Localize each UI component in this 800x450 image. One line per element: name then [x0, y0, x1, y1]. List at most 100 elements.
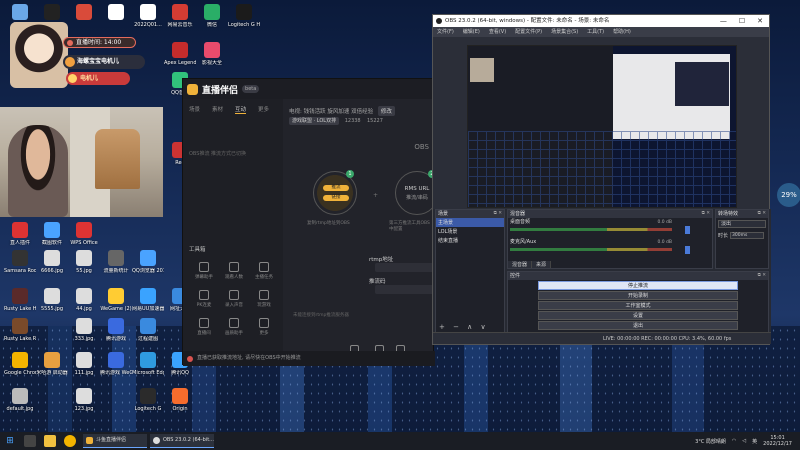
obs-menu-item[interactable]: 查看(V) — [489, 27, 506, 37]
obs-menu-item[interactable]: 帮助(H) — [613, 27, 631, 37]
desktop-icon[interactable]: Logitech G HUB — [228, 4, 260, 28]
input-language[interactable]: 英 — [752, 438, 757, 445]
desktop-icon[interactable]: 微信 — [196, 4, 228, 28]
tab-scene[interactable]: 场景 — [189, 105, 200, 114]
exit-button[interactable]: 退出 — [538, 321, 738, 330]
desktop-icon[interactable]: 过程建图 — [132, 318, 164, 342]
zhibo-window[interactable]: 直播伴侣 beta 场景 素材 互动 更多 OBS推流 推流方式已切换 工具箱 … — [182, 78, 439, 366]
tab-more[interactable]: 更多 — [258, 105, 269, 114]
desktop-icon[interactable]: 44.jpg — [68, 288, 100, 312]
desktop-icon[interactable] — [100, 4, 132, 22]
network-speed-widget[interactable]: 29% — [777, 183, 800, 207]
scene-item[interactable]: 结束直播 — [436, 236, 504, 245]
desktop-icon[interactable]: Apex Legends — [164, 42, 196, 66]
scene-item[interactable]: LOL场景 — [436, 227, 504, 236]
desktop-icon[interactable]: 123.jpg — [68, 388, 100, 412]
taskbar-app-zhibo[interactable]: 斗鱼直播伴侣 — [83, 434, 147, 448]
volume-slider[interactable] — [685, 226, 690, 234]
desktop-icon[interactable]: 55.jpg — [68, 250, 100, 274]
desktop-icon[interactable]: Samsara Room — [4, 250, 36, 274]
obs-titlebar[interactable]: OBS 23.0.2 (64-bit, windows) - 配置文件: 未命名… — [433, 15, 769, 27]
desktop-icon[interactable]: default.jpg — [4, 388, 36, 412]
nickname-badge: 电机儿 — [66, 72, 130, 85]
desktop-icon[interactable]: 111.jpg — [68, 352, 100, 376]
app-icon — [12, 352, 28, 368]
volume-icon[interactable]: ◁ — [742, 438, 746, 444]
toolbox-item[interactable]: 弹幕助手 — [189, 262, 219, 280]
step-copy-circle[interactable]: 1 推流 链接 — [313, 170, 357, 215]
obs-preview[interactable] — [467, 45, 737, 208]
desktop-icon[interactable]: WPS Office — [68, 222, 100, 246]
tab-material[interactable]: 素材 — [212, 105, 223, 114]
obs-menu-item[interactable]: 文件(F) — [437, 27, 454, 37]
volume-slider[interactable] — [685, 246, 690, 254]
zhibo-logo-icon — [187, 83, 198, 95]
desktop-icon[interactable]: 截图软件 — [36, 222, 68, 246]
tab-mixer[interactable]: 混音器 — [508, 261, 533, 268]
toolbox-item[interactable]: 观看人数 — [219, 262, 249, 280]
zhibo-notice-bar[interactable]: 直播已获取推流地址, 请尽快在OBS中开始推流 — [183, 351, 435, 366]
stop-streaming-button[interactable]: 停止推流 — [538, 281, 738, 290]
desktop-icon[interactable]: 腾讯游戏 WeGame版 — [100, 352, 132, 376]
transition-select[interactable]: 淡出 — [718, 220, 766, 228]
toolbox-item[interactable]: 直播间 — [189, 318, 219, 336]
close-button[interactable]: ✕ — [757, 15, 763, 27]
desktop-icon-label: 过程建图 — [137, 336, 158, 342]
desktop-icon[interactable]: Google Chrome — [4, 352, 36, 376]
toolbox-item[interactable]: 玩游戏 — [249, 290, 279, 308]
desktop-icon[interactable]: Origin — [164, 388, 196, 412]
desktop-icon[interactable]: 影视大全 — [196, 42, 228, 66]
stream-category[interactable]: 游戏联盟 · LOL双排 — [289, 117, 340, 125]
desktop-icon[interactable]: 6666.jpg — [36, 250, 68, 274]
minimize-button[interactable]: — — [720, 15, 727, 27]
desktop-icon[interactable]: Rusty Lake Hotel — [4, 288, 36, 312]
scene-item[interactable]: 主场景 — [436, 218, 504, 227]
desktop-icon[interactable]: 5555.jpg — [36, 288, 68, 312]
app-icon — [12, 288, 28, 304]
toolbox-item[interactable]: 录入声音 — [219, 290, 249, 308]
desktop-icon[interactable]: 333.jpg — [68, 318, 100, 342]
maximize-button[interactable]: ☐ — [739, 15, 745, 27]
edit-title-button[interactable]: 修改 — [377, 106, 395, 116]
desktop-icon[interactable]: 2022Q01... — [132, 4, 164, 28]
key-field[interactable] — [375, 285, 435, 294]
tab-interact[interactable]: 互动 — [235, 105, 247, 114]
obs-menu-item[interactable]: 场景集合(S) — [551, 27, 578, 37]
desktop-icon[interactable]: Rusty Lake Roots — [4, 318, 36, 342]
rtmp-field[interactable] — [375, 263, 435, 272]
obs-menu-item[interactable]: 配置文件(P) — [515, 27, 542, 37]
weather-widget[interactable]: 3°C 局部晴朗 — [695, 438, 726, 445]
desktop-icon[interactable]: 腾讯游戏 — [100, 318, 132, 342]
duration-field[interactable]: 300ms — [730, 232, 765, 239]
desktop-icon[interactable]: 米哈游 启动器 — [36, 352, 68, 376]
toolbox-item[interactable]: 更多 — [249, 318, 279, 336]
chrome-icon[interactable] — [64, 435, 76, 447]
desktop-icon[interactable]: 网易UU加速器 — [132, 288, 164, 312]
obs-menu-item[interactable]: 工具(T) — [587, 27, 604, 37]
settings-button[interactable]: 设置 — [538, 311, 738, 320]
windows-start-icon[interactable]: ⊞ — [0, 436, 20, 446]
desktop-icon[interactable]: 流量新统计 — [100, 250, 132, 274]
desktop-icon[interactable]: 网易云音乐 — [164, 4, 196, 28]
scene-controls[interactable]: + − ∧ ∨ — [439, 323, 489, 331]
desktop-icon[interactable]: QQ浏览器 20180628... — [132, 250, 164, 274]
zhibo-titlebar[interactable]: 直播伴侣 beta — [183, 79, 433, 99]
desktop-icon[interactable]: Microsoft Edge — [132, 352, 164, 376]
tab-sources[interactable]: 来源 — [532, 261, 552, 268]
obs-window[interactable]: OBS 23.0.2 (64-bit, windows) - 配置文件: 未命名… — [432, 14, 771, 345]
obs-menu-item[interactable]: 编辑(E) — [463, 27, 480, 37]
clock[interactable]: 15:01 2022/12/17 — [763, 435, 792, 447]
toolbox-item[interactable]: 主播任务 — [249, 262, 279, 280]
search-icon[interactable] — [24, 435, 36, 447]
toolbox-item[interactable]: 画质助手 — [219, 318, 249, 336]
start-recording-button[interactable]: 开始录制 — [538, 291, 738, 300]
desktop-icon[interactable]: 直人插件 — [4, 222, 36, 246]
desktop-icon[interactable]: Logitech G — [132, 388, 164, 412]
desktop-icon[interactable]: WeGame (2) — [100, 288, 132, 312]
toolbox-item[interactable]: PK连麦 — [189, 290, 219, 308]
wifi-icon[interactable]: ◠ — [732, 438, 736, 444]
studio-mode-button[interactable]: 工作室模式 — [538, 301, 738, 310]
taskbar-app-obs[interactable]: OBS 23.0.2 (64-bit... — [150, 434, 214, 448]
file-explorer-icon[interactable] — [44, 435, 56, 447]
desktop-icon[interactable] — [68, 4, 100, 22]
